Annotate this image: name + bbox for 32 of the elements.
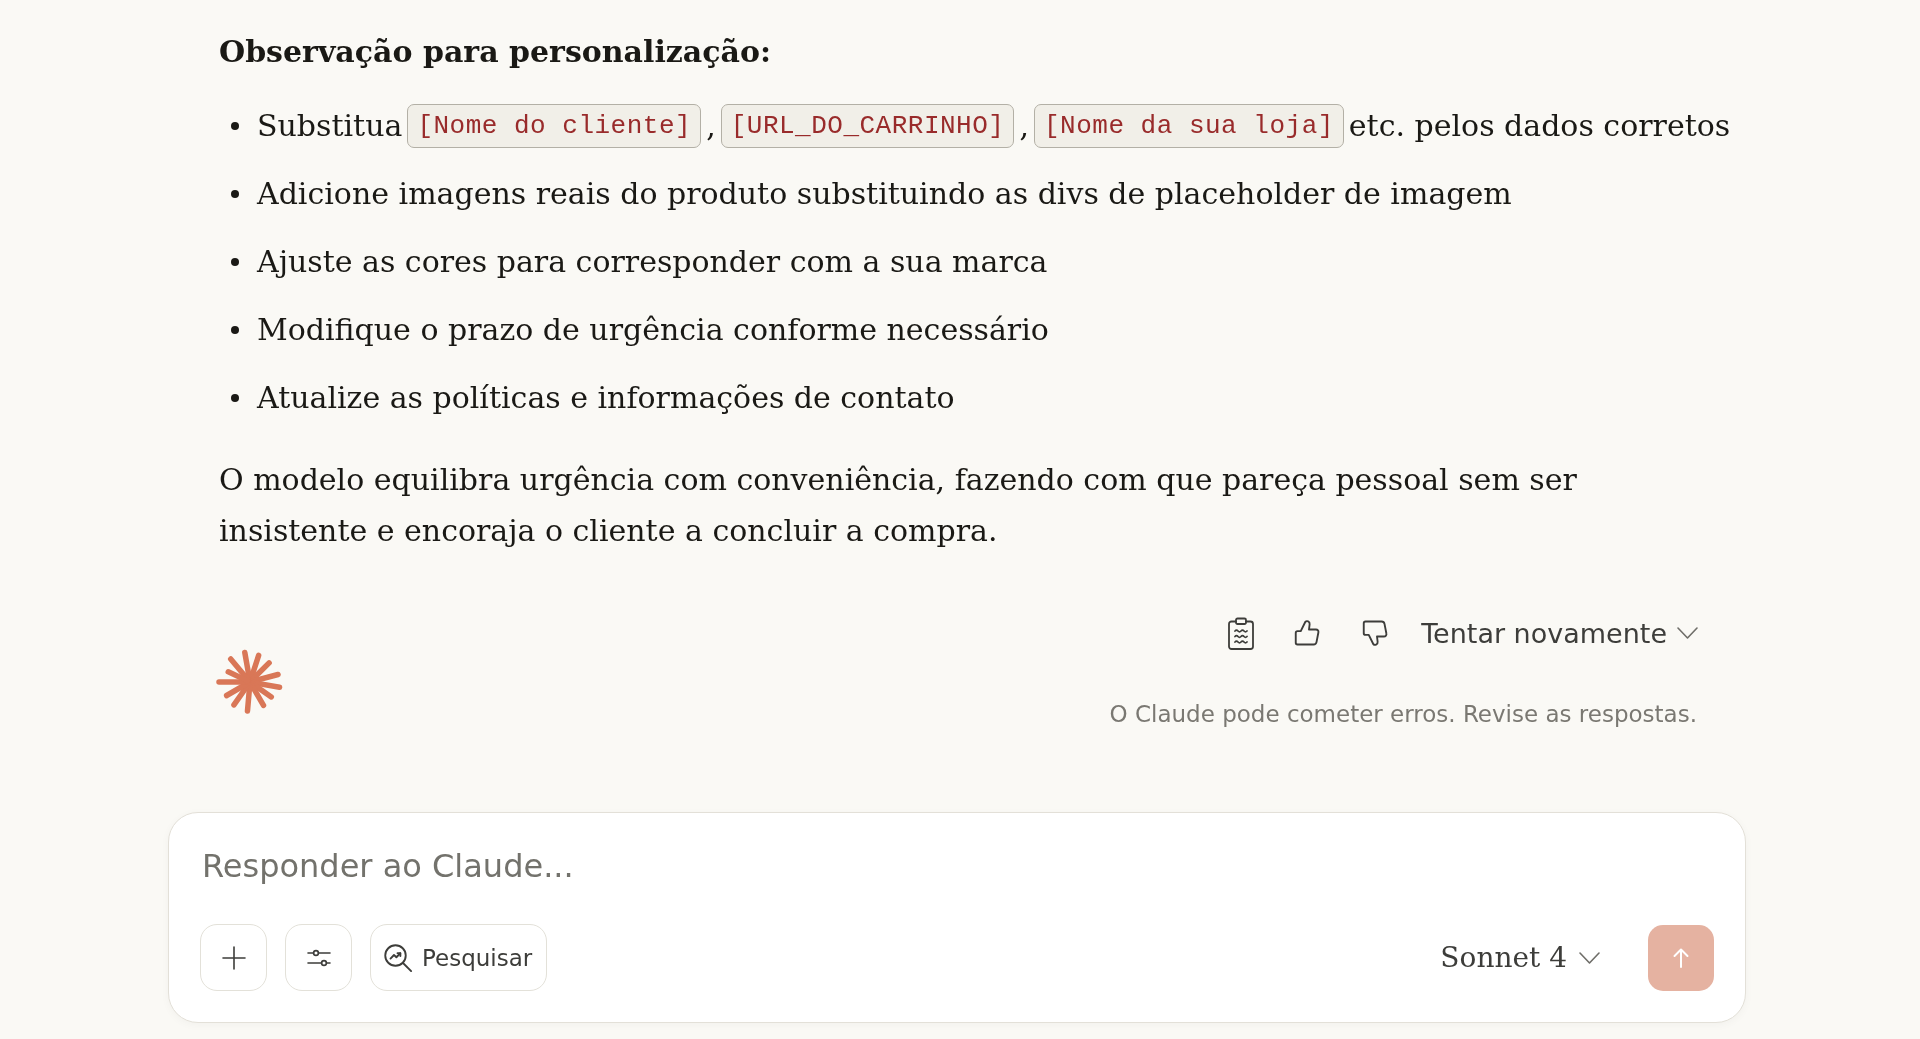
list-text: Atualize as políticas e informações de contato — [257, 379, 955, 417]
bullet-icon — [231, 325, 239, 334]
starburst-icon — [216, 648, 284, 716]
search-icon — [383, 942, 413, 973]
list-text: Ajuste as cores para corresponder com a sua marca — [257, 243, 1048, 281]
inline-code: [URL_DO_CARRINHO] — [720, 103, 1015, 148]
model-selector[interactable]: Sonnet 4 — [1440, 941, 1600, 974]
inline-code: [Nome da sua loja] — [1034, 103, 1344, 148]
arrow-up-icon — [1673, 947, 1689, 968]
bullet-icon — [231, 121, 239, 130]
search-button[interactable]: Pesquisar — [370, 924, 548, 991]
paragraph-text: O modelo equilibra urgência com conveniência, fazendo com que pareça pessoal sem ser insistente e encoraja o cliente a concluir a compra. — [219, 461, 1578, 550]
message-input[interactable]: Responder ao Claude... — [202, 846, 1714, 886]
chevron-down-icon — [1677, 627, 1698, 639]
list-text: , — [706, 107, 716, 145]
bullet-icon — [231, 393, 239, 402]
list-text: Substitua — [257, 107, 403, 145]
list-text: etc. pelos dados corretos — [1348, 107, 1731, 145]
options-button[interactable] — [285, 924, 352, 991]
plus-icon — [221, 945, 246, 970]
disclaimer-text: O Claude pode cometer erros. Revise as respostas. — [1109, 700, 1697, 729]
bullet-icon — [231, 189, 239, 198]
list-text: , — [1019, 107, 1029, 145]
sliders-icon — [306, 947, 331, 968]
section-heading: Observação para personalização: — [219, 33, 773, 71]
inline-code: [Nome do cliente] — [407, 103, 702, 148]
bullet-icon — [231, 257, 239, 266]
clipboard-icon[interactable] — [1228, 616, 1255, 650]
retry-button[interactable]: Tentar novamente — [1421, 617, 1698, 649]
list-text: Adicione imagens reais do produto substituindo as divs de placeholder de imagem — [257, 175, 1512, 213]
list-text: Modifique o prazo de urgência conforme necessário — [257, 311, 1049, 349]
chevron-down-icon — [1579, 951, 1600, 964]
